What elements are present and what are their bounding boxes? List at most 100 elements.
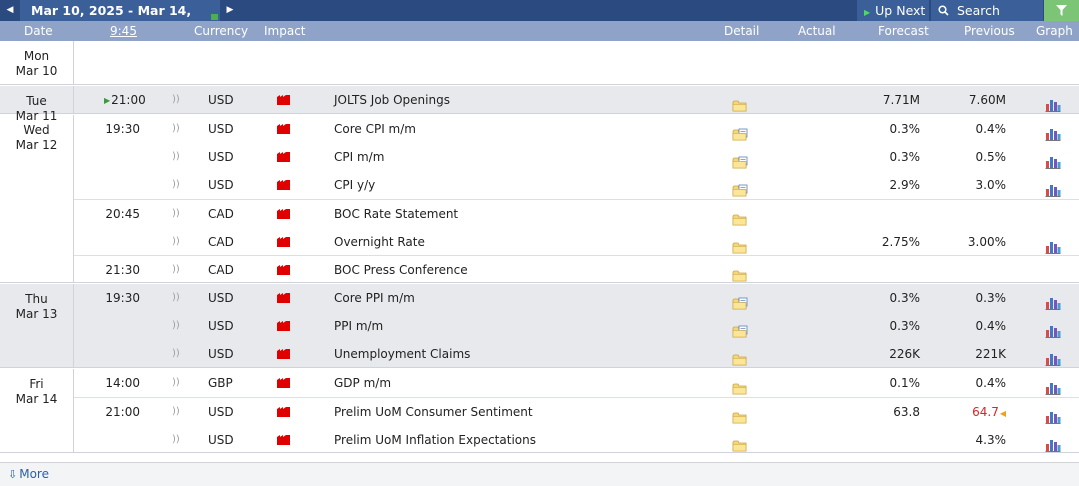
event-forecast [864, 200, 920, 228]
chevron-right-icon: ▶ [226, 5, 234, 15]
sound-alert-icon[interactable]: )) [172, 228, 180, 256]
date-range-selector[interactable]: Mar 10, 2025 - Mar 14, 2025 [20, 0, 220, 39]
event-row[interactable]: 20:45)) CAD BOC Rate Statement [74, 200, 1079, 228]
event-title[interactable]: PPI m/m [334, 312, 383, 340]
sound-alert-icon[interactable]: )) [172, 284, 180, 312]
arrow-down-icon: ⇩ [8, 468, 18, 481]
high-impact-icon [277, 124, 290, 134]
sound-alert-icon[interactable]: )) [172, 200, 180, 228]
filter-button[interactable] [1044, 0, 1079, 21]
event-previous: 4.3% [950, 426, 1007, 454]
event-forecast: 0.3% [889, 122, 921, 136]
event-title[interactable]: Core PPI m/m [334, 284, 415, 312]
sound-alert-icon[interactable]: )) [172, 426, 180, 454]
header-impact: Impact [264, 24, 306, 38]
event-row[interactable]: )) USD PPI m/m 0.3% 0.4% [74, 312, 1079, 340]
day-group-mon: Mon Mar 10 [0, 41, 1079, 85]
header-previous: Previous [964, 24, 1015, 38]
event-row[interactable]: 21:00)) USD Prelim UoM Consumer Sentiment 6… [74, 398, 1079, 426]
event-row[interactable]: )) CAD Overnight Rate 2.75% 3.00% [74, 228, 1079, 256]
event-title[interactable]: Prelim UoM Consumer Sentiment [334, 398, 533, 426]
event-forecast: 7.71M [882, 93, 920, 107]
event-previous-value: 4.3% [975, 433, 1007, 447]
event-time-text: 19:30 [105, 122, 140, 136]
search-events-button[interactable]: Search Events [931, 0, 1043, 39]
event-title[interactable]: Prelim UoM Inflation Expectations [334, 426, 536, 454]
event-previous [950, 256, 1006, 284]
event-time-text: 14:00 [105, 376, 140, 390]
event-currency: USD [208, 122, 234, 136]
sound-alert-icon[interactable]: )) [172, 171, 180, 199]
event-row[interactable]: 21:30)) CAD BOC Press Conference [74, 256, 1079, 284]
graph-chart-icon[interactable] [1045, 434, 1061, 462]
event-row[interactable]: ▶21:00)) USD JOLTS Job Openings 7.71M 7.60M [74, 86, 1079, 114]
event-time-text: 20:45 [105, 207, 140, 221]
event-row[interactable]: )) USD Unemployment Claims 226K 221K [74, 340, 1079, 368]
event-previous-value: 3.00% [967, 235, 1006, 249]
more-button[interactable]: ⇩ More [8, 467, 49, 481]
event-time-text: 21:30 [105, 263, 140, 277]
sound-alert-icon[interactable]: )) [172, 340, 180, 368]
event-forecast: 0.3% [889, 319, 921, 333]
event-previous-value: 64.7 [972, 405, 999, 419]
day-date: Mar 14 [15, 392, 58, 406]
sound-alert-icon[interactable]: )) [172, 256, 180, 284]
up-next-marker-icon: ▶ [104, 96, 111, 105]
sound-alert-icon[interactable]: )) [172, 86, 180, 114]
event-row[interactable]: 19:30)) USD Core PPI m/m 0.3% 0.3% [74, 284, 1079, 312]
event-row[interactable]: )) USD CPI y/y 2.9% 3.0% [74, 171, 1079, 199]
sound-alert-icon[interactable]: )) [172, 312, 180, 340]
day-of-week: Wed [23, 123, 50, 137]
day-group-thu: Thu Mar 13 19:30)) USD Core PPI m/m 0.3% 0.3%)… [0, 284, 1079, 368]
event-title[interactable]: CPI m/m [334, 143, 384, 171]
event-time: 19:30 [104, 115, 140, 143]
event-previous-value: 7.60M [968, 93, 1006, 107]
event-previous-value: 0.3% [975, 291, 1007, 305]
event-time [104, 312, 140, 340]
detail-folder-icon[interactable] [732, 434, 748, 462]
event-currency: USD [208, 178, 234, 192]
event-row[interactable]: 14:00)) GBP GDP m/m 0.1% 0.4% [74, 369, 1079, 397]
time-group: 14:00)) GBP GDP m/m 0.1% 0.4% [74, 369, 1079, 397]
event-previous-value: 0.4% [975, 319, 1007, 333]
event-previous: 0.5% [950, 143, 1007, 171]
event-title[interactable]: JOLTS Job Openings [334, 86, 450, 114]
next-week-button[interactable]: ▶ [220, 0, 240, 21]
sound-alert-icon[interactable]: )) [172, 115, 180, 143]
event-previous: 64.7◀ [950, 398, 1006, 426]
play-icon: ▶ [864, 8, 871, 17]
event-forecast: 0.3% [889, 291, 921, 305]
event-forecast [864, 256, 920, 284]
event-previous-value: 0.5% [975, 150, 1007, 164]
revision-marker-icon[interactable]: ◀ [1000, 409, 1006, 418]
event-row[interactable]: )) USD CPI m/m 0.3% 0.5% [74, 143, 1079, 171]
event-time: 21:00 [104, 398, 140, 426]
event-title[interactable]: BOC Rate Statement [334, 200, 458, 228]
event-previous: 221K [950, 340, 1006, 368]
prev-week-button[interactable]: ◀ [0, 0, 20, 21]
up-next-button[interactable]: ▶ Up Next [857, 0, 929, 21]
event-title[interactable]: CPI y/y [334, 171, 375, 199]
time-group: 21:00)) USD Prelim UoM Consumer Sentiment 6… [74, 397, 1079, 453]
event-currency: CAD [208, 263, 234, 277]
high-impact-icon [277, 95, 290, 105]
sound-alert-icon[interactable]: )) [172, 398, 180, 426]
event-currency: GBP [208, 376, 233, 390]
event-currency: USD [208, 433, 234, 447]
day-group-fri: Fri Mar 14 14:00)) GBP GDP m/m 0.1% 0.4% 21:00)… [0, 369, 1079, 453]
header-currency: Currency [194, 24, 249, 38]
sound-alert-icon[interactable]: )) [172, 369, 180, 397]
event-row[interactable]: )) USD Prelim UoM Inflation Expectations 4.… [74, 426, 1079, 454]
event-title[interactable]: Core CPI m/m [334, 115, 416, 143]
event-currency: USD [208, 405, 234, 419]
event-title[interactable]: Unemployment Claims [334, 340, 470, 368]
event-title[interactable]: BOC Press Conference [334, 256, 468, 284]
event-title[interactable]: Overnight Rate [334, 228, 425, 256]
event-row[interactable]: 19:30)) USD Core CPI m/m 0.3% 0.4% [74, 115, 1079, 143]
header-current-time[interactable]: 9:45 [110, 21, 137, 41]
time-group: 21:30)) CAD BOC Press Conference [74, 255, 1079, 283]
sound-alert-icon[interactable]: )) [172, 143, 180, 171]
event-title[interactable]: GDP m/m [334, 369, 391, 397]
event-time-text: 21:00 [111, 93, 146, 107]
calendar-footer: ⇩ More [0, 462, 1079, 486]
